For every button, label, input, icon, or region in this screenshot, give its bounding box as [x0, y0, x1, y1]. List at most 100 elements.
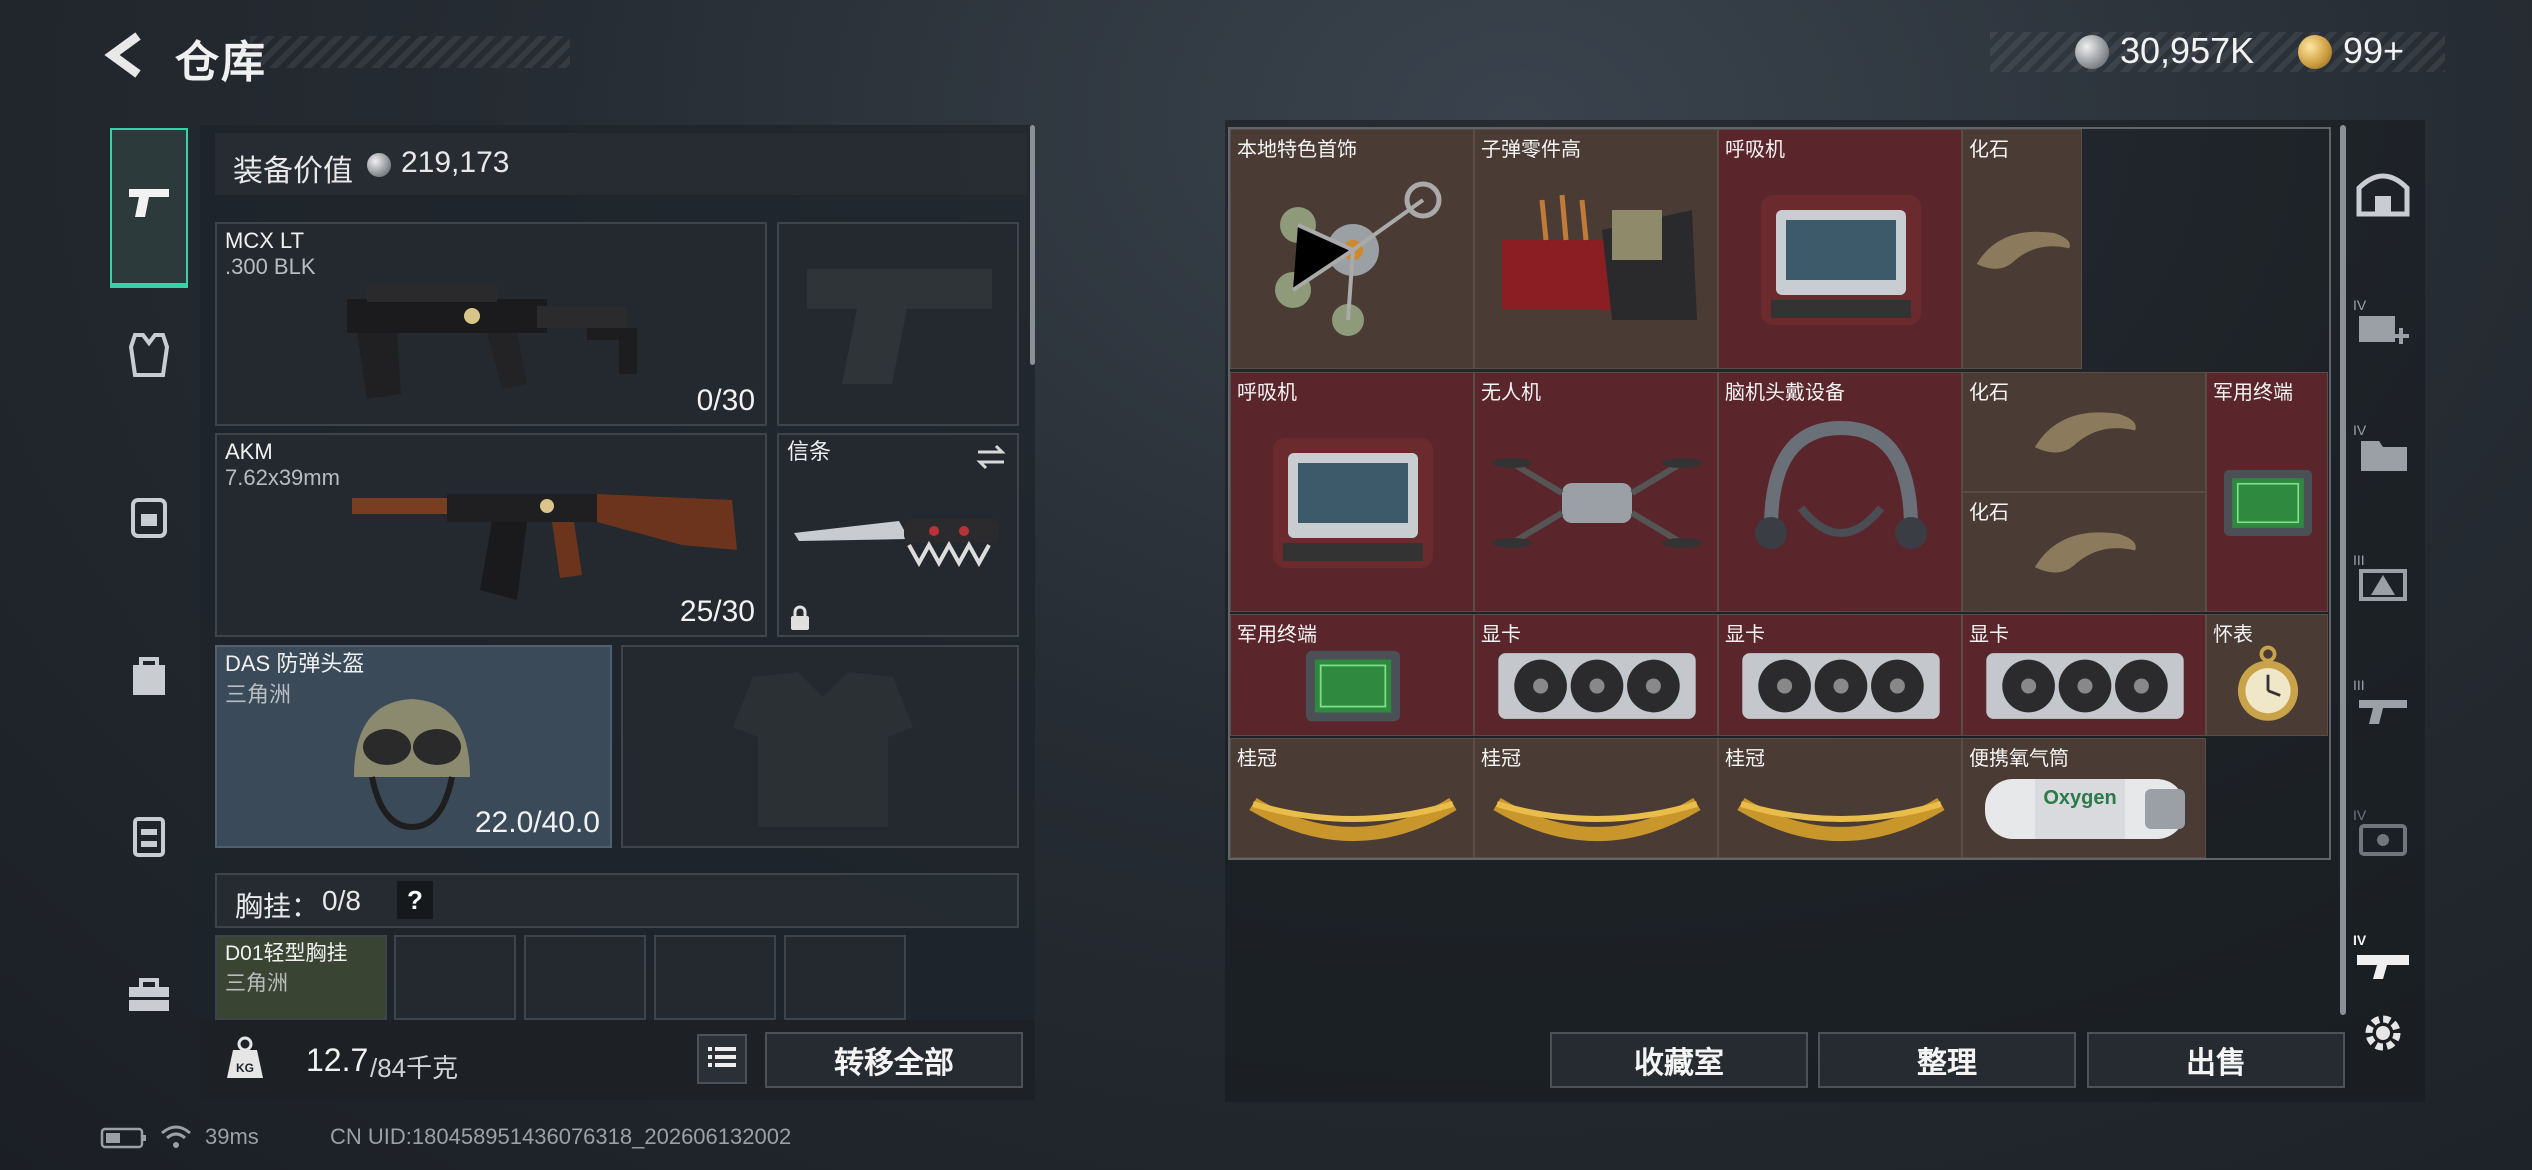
armor-placeholder-icon	[723, 667, 923, 837]
secondary-weapon-slot[interactable]: AKM 7.62x39mm 25/30	[215, 433, 767, 637]
settings-button[interactable]	[2348, 1000, 2418, 1070]
stash-item[interactable]: 桂冠	[1230, 738, 1474, 858]
stash-item[interactable]: 本地特色首饰	[1230, 129, 1474, 369]
back-button[interactable]	[100, 28, 146, 82]
armor-slot[interactable]	[621, 645, 1019, 848]
stash-page-4-folder[interactable]: IV	[2348, 415, 2418, 485]
gear-icon	[2359, 1009, 2407, 1062]
svg-text:IV: IV	[2353, 298, 2367, 313]
chest-rig-slot[interactable]	[784, 935, 906, 1020]
stash-item[interactable]: 军用终端	[1230, 614, 1474, 736]
stash-item[interactable]: 化石	[1962, 492, 2206, 612]
stash-item[interactable]: 化石	[1962, 129, 2082, 369]
sidebar-item-backpack[interactable]	[110, 478, 188, 556]
chest-rig-item[interactable]: D01轻型胸挂 三角洲	[215, 935, 387, 1020]
stash-item-name: 怀表	[2213, 624, 2253, 646]
stash-item[interactable]: 显卡	[1718, 614, 1962, 736]
stash-page-3-warning[interactable]: III	[2348, 545, 2418, 615]
terminal-icon	[2207, 395, 2327, 611]
stash-item-name: 呼吸机	[1237, 382, 1297, 404]
stash-page-3-gun[interactable]: III	[2348, 670, 2418, 740]
stash-item-name: 军用终端	[1237, 624, 1317, 646]
chest-rig-label: 胸挂：	[235, 891, 320, 922]
weapon-crate-icon: IV	[2353, 932, 2413, 988]
stash-item[interactable]: 呼吸机	[1718, 129, 1962, 369]
svg-text:IV: IV	[2353, 808, 2367, 823]
ammo-count: 0/30	[696, 384, 755, 417]
helmet-slot[interactable]: DAS 防弹头盔 三角洲 22.0/40.0	[215, 645, 612, 848]
stash-item[interactable]: 桂冠	[1718, 738, 1962, 858]
melee-name: 信条	[787, 439, 832, 464]
chest-rig-slot[interactable]	[654, 935, 776, 1020]
stash-item[interactable]: 显卡	[1962, 614, 2206, 736]
weight-icon: KG	[225, 1036, 265, 1085]
fossil-icon	[1963, 515, 2205, 611]
sidebar-item-armor[interactable]	[110, 318, 188, 396]
stash-item[interactable]: 子弹零件高	[1474, 129, 1718, 369]
stash-item-name: 呼吸机	[1725, 139, 1785, 161]
weapon-ammo: 7.62x39mm	[225, 465, 340, 490]
weapon-ammo: .300 BLK	[225, 254, 316, 279]
title-decoration	[250, 36, 570, 68]
svg-text:III: III	[2353, 553, 2365, 568]
svg-text:IV: IV	[2353, 423, 2367, 438]
ammo-count: 25/30	[679, 595, 755, 628]
help-button[interactable]: ?	[397, 881, 433, 919]
helmet-icon	[342, 687, 482, 842]
pistol-placeholder-icon	[797, 259, 1002, 394]
sidebar-item-weapons[interactable]	[110, 128, 188, 288]
pistol-slot[interactable]	[777, 222, 1019, 426]
equipment-scrollbar[interactable]	[1030, 125, 1035, 365]
stash-item[interactable]: 桂冠	[1474, 738, 1718, 858]
chest-rig-bar: 胸挂： 0/8 ?	[215, 873, 1019, 928]
chest-rig-icon	[131, 813, 167, 862]
stash-item-name: 显卡	[1481, 624, 1521, 646]
stash-scrollbar[interactable]	[2340, 125, 2346, 1015]
stash-item[interactable]: 便携氧气筒 Oxygen	[1962, 738, 2206, 858]
vault-icon	[2355, 168, 2411, 223]
category-sidebar	[100, 118, 200, 1088]
sidebar-item-chest-rig[interactable]	[110, 798, 188, 876]
collection-room-button[interactable]: 收藏室	[1550, 1032, 1808, 1088]
chest-rig-item-source: 三角洲	[225, 972, 288, 995]
sell-button[interactable]: 出售	[2087, 1032, 2345, 1088]
vest-icon	[128, 332, 170, 382]
melee-slot[interactable]: 信条	[777, 433, 1019, 637]
stash-item-name: 显卡	[1969, 624, 2009, 646]
stash-item[interactable]: 军用终端	[2206, 372, 2328, 612]
laurel-icon	[1231, 761, 1473, 857]
ventilator-icon	[1231, 395, 1473, 611]
laurel-icon	[1719, 761, 1961, 857]
wifi-icon	[160, 1124, 192, 1155]
sidebar-item-bag[interactable]	[110, 638, 188, 716]
sidebar-item-toolbox[interactable]	[110, 958, 188, 1036]
stash-item-name: 显卡	[1725, 624, 1765, 646]
currency-gold[interactable]: 99+	[2343, 30, 2404, 72]
stash-page-4-add[interactable]: IV	[2348, 290, 2418, 360]
stash-page-4-weapon[interactable]: IV	[2348, 925, 2418, 995]
currency-silver[interactable]: 30,957K	[2120, 30, 2254, 72]
chest-rig-slot[interactable]	[524, 935, 646, 1020]
equipment-value-label: 装备价值	[233, 155, 353, 188]
stash-item[interactable]: 无人机	[1474, 372, 1718, 612]
list-view-button[interactable]	[697, 1034, 747, 1084]
primary-weapon-slot[interactable]: MCX LT .300 BLK 0/30	[215, 222, 767, 426]
gpu-icon	[1475, 637, 1717, 735]
rifle-icon	[337, 244, 657, 419]
stash-item[interactable]: 呼吸机	[1230, 372, 1474, 612]
stash-page-4-case[interactable]: IV	[2348, 800, 2418, 870]
warning-crate-icon: III	[2353, 552, 2413, 608]
folder-icon: IV	[2353, 422, 2413, 478]
stash-page-main[interactable]	[2348, 160, 2418, 230]
stash-item[interactable]: 显卡	[1474, 614, 1718, 736]
transfer-all-button[interactable]: 转移全部	[765, 1032, 1023, 1088]
swap-icon[interactable]	[974, 443, 1008, 476]
sort-button[interactable]: 整理	[1818, 1032, 2076, 1088]
ammo-parts-icon	[1475, 152, 1717, 368]
stash-item[interactable]: 化石	[1962, 372, 2206, 492]
stash-item[interactable]: 怀表	[2206, 614, 2328, 736]
chest-rig-slot[interactable]	[394, 935, 516, 1020]
crate-add-icon: IV	[2353, 297, 2413, 353]
headset-icon	[1719, 395, 1961, 611]
stash-item[interactable]: 脑机头戴设备	[1718, 372, 1962, 612]
